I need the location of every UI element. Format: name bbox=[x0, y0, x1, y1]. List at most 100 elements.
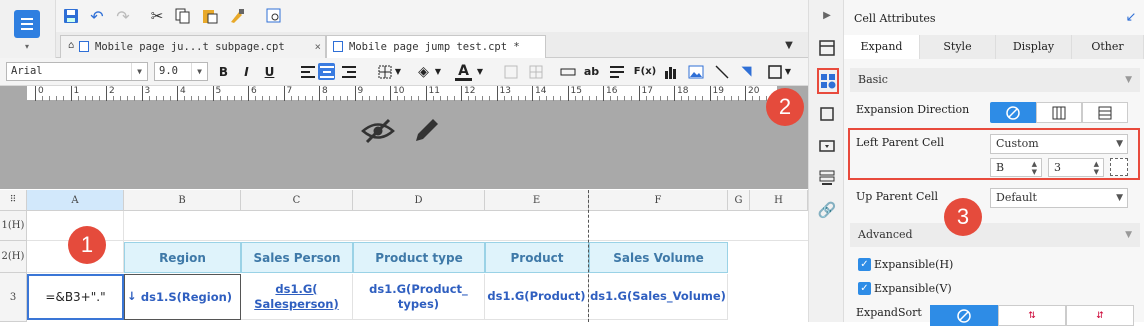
left-parent-column-input[interactable]: B ▲ ▼ bbox=[990, 158, 1042, 177]
align-center-icon[interactable] bbox=[318, 63, 335, 80]
ruler-minor-tick bbox=[468, 96, 470, 101]
slash-icon[interactable] bbox=[713, 63, 730, 80]
chart-icon[interactable] bbox=[662, 63, 679, 80]
up-parent-select[interactable]: Default ▼ bbox=[990, 188, 1128, 208]
header-cell-sales-person[interactable]: Sales Person bbox=[241, 242, 353, 273]
format-painter-icon[interactable] bbox=[229, 8, 245, 24]
font-size-select[interactable]: 9.0 ▼ bbox=[154, 62, 208, 81]
tab-menu-icon[interactable]: ▼ bbox=[782, 38, 796, 52]
dropdown-widget-icon[interactable] bbox=[817, 136, 837, 156]
spinner-icon[interactable]: ▲ ▼ bbox=[1094, 160, 1099, 176]
redo-icon[interactable]: ↷ bbox=[114, 7, 132, 26]
sort-ascending-button[interactable]: ⇅ bbox=[998, 305, 1066, 326]
merge-cell-icon[interactable] bbox=[502, 63, 519, 80]
no-expand-button[interactable] bbox=[990, 102, 1036, 123]
data-cell-salesperson[interactable]: ds1.G( Salesperson) bbox=[241, 274, 353, 320]
eye-slash-icon[interactable] bbox=[360, 116, 396, 146]
section-advanced[interactable]: Advanced ▼ bbox=[850, 223, 1140, 247]
left-parent-row-input[interactable]: 3 ▲ ▼ bbox=[1048, 158, 1104, 177]
paste-icon[interactable] bbox=[202, 8, 218, 24]
spinner-icon[interactable]: ▲ ▼ bbox=[1032, 160, 1037, 176]
row-header-3[interactable]: 3 bbox=[0, 273, 27, 322]
float-element-icon[interactable] bbox=[817, 104, 837, 124]
chevron-down-icon[interactable]: ▼ bbox=[393, 63, 403, 80]
sort-none-button[interactable] bbox=[930, 305, 998, 326]
header-cell-product[interactable]: Product bbox=[485, 242, 589, 273]
column-header-a[interactable]: A bbox=[27, 190, 124, 211]
row-header-2[interactable]: 2(H) bbox=[0, 241, 27, 273]
chevron-down-icon[interactable]: ▾ bbox=[22, 42, 32, 51]
cell-border-icon[interactable] bbox=[766, 63, 783, 80]
tab-style[interactable]: Style bbox=[920, 35, 996, 59]
hyperlink-icon[interactable]: 🔗 bbox=[817, 200, 837, 220]
select-all-corner[interactable]: ⠿ bbox=[0, 190, 27, 211]
paragraph-icon[interactable] bbox=[608, 63, 625, 80]
chevron-down-icon[interactable]: ▼ bbox=[475, 63, 485, 80]
data-cell-product-types[interactable]: ds1.G(Product_ types) bbox=[353, 274, 485, 320]
left-parent-select[interactable]: Custom ▼ bbox=[990, 134, 1128, 154]
chevron-right-icon[interactable]: ▶ bbox=[821, 8, 833, 22]
undo-icon[interactable]: ↶ bbox=[88, 7, 106, 26]
horizontal-expand-button[interactable] bbox=[1082, 102, 1128, 123]
preview-icon[interactable] bbox=[266, 8, 282, 24]
align-left-icon[interactable] bbox=[299, 63, 316, 80]
header-cell-sales-volume[interactable]: Sales Volume bbox=[589, 242, 728, 273]
cut-icon[interactable]: ✂ bbox=[148, 7, 166, 25]
paint-icon[interactable]: ◥ bbox=[738, 63, 755, 80]
formula-icon[interactable]: F(x) bbox=[634, 63, 656, 80]
app-logo-icon[interactable] bbox=[14, 10, 40, 38]
row-header-1[interactable]: 1(H) bbox=[0, 211, 27, 241]
copy-icon[interactable] bbox=[175, 8, 191, 24]
header-cell-region[interactable]: Region bbox=[124, 242, 241, 273]
tab-active[interactable]: Mobile page jump test.cpt * bbox=[326, 35, 546, 58]
underline-button[interactable]: U bbox=[261, 63, 278, 80]
layout-icon[interactable] bbox=[817, 168, 837, 188]
tab-other[interactable]: Other bbox=[1072, 35, 1144, 59]
save-icon[interactable] bbox=[63, 8, 79, 24]
data-cell-sales-volume[interactable]: ds1.G(Sales_Volume) bbox=[589, 274, 728, 320]
data-cell-region[interactable]: ↓ ds1.S(Region) bbox=[124, 274, 241, 320]
font-family-select[interactable]: Arial ▼ bbox=[6, 62, 148, 81]
ruler-minor-tick bbox=[503, 96, 505, 101]
font-color-button[interactable]: A bbox=[455, 63, 472, 81]
ruler-minor-tick bbox=[702, 96, 704, 101]
italic-button[interactable]: I bbox=[238, 63, 255, 80]
close-icon[interactable]: × bbox=[315, 36, 321, 58]
expand-down-icon: ↓ bbox=[127, 289, 137, 303]
column-header-d[interactable]: D bbox=[353, 190, 485, 211]
cell-a3-formula[interactable]: =&B3+"." bbox=[27, 274, 124, 320]
data-cell-product[interactable]: ds1.G(Product) bbox=[485, 274, 589, 320]
align-right-icon[interactable] bbox=[340, 63, 357, 80]
image-icon[interactable] bbox=[687, 63, 704, 80]
bold-button[interactable]: B bbox=[215, 63, 232, 80]
tab-expand[interactable]: Expand bbox=[844, 35, 920, 59]
tab-display[interactable]: Display bbox=[996, 35, 1072, 59]
border-icon[interactable] bbox=[376, 63, 393, 80]
insert-row-icon[interactable] bbox=[559, 63, 576, 80]
fill-color-icon[interactable]: ◈ bbox=[415, 63, 432, 80]
expansible-v-checkbox[interactable]: ✓ bbox=[858, 282, 871, 295]
ruler-minor-tick bbox=[453, 96, 455, 101]
cell-attributes-icon[interactable] bbox=[817, 68, 839, 94]
column-header-e[interactable]: E bbox=[485, 190, 589, 211]
grid-cell[interactable] bbox=[124, 211, 808, 241]
collapse-arrow-icon[interactable]: ↙ bbox=[1124, 10, 1138, 25]
split-cell-icon[interactable] bbox=[527, 63, 544, 80]
column-header-f[interactable]: F bbox=[589, 190, 728, 211]
chevron-down-icon[interactable]: ▼ bbox=[433, 63, 443, 80]
edit-pencil-icon[interactable] bbox=[410, 114, 444, 146]
sort-descending-button[interactable]: ⇵ bbox=[1066, 305, 1134, 326]
vertical-expand-button[interactable] bbox=[1036, 102, 1082, 123]
widget-settings-icon[interactable] bbox=[817, 38, 837, 58]
chevron-down-icon[interactable]: ▼ bbox=[783, 63, 793, 80]
column-header-g[interactable]: G bbox=[728, 190, 750, 211]
header-cell-product-type[interactable]: Product type bbox=[353, 242, 485, 273]
column-header-c[interactable]: C bbox=[241, 190, 353, 211]
text-icon[interactable]: ab bbox=[583, 63, 600, 80]
select-cell-icon[interactable] bbox=[1110, 158, 1128, 176]
expansible-h-checkbox[interactable]: ✓ bbox=[858, 258, 871, 271]
column-header-h[interactable]: H bbox=[750, 190, 808, 211]
column-header-b[interactable]: B bbox=[124, 190, 241, 211]
tab-subpage[interactable]: ⌂ Mobile page ju...t subpage.cpt × bbox=[60, 35, 326, 58]
section-basic[interactable]: Basic ▼ bbox=[850, 68, 1140, 92]
